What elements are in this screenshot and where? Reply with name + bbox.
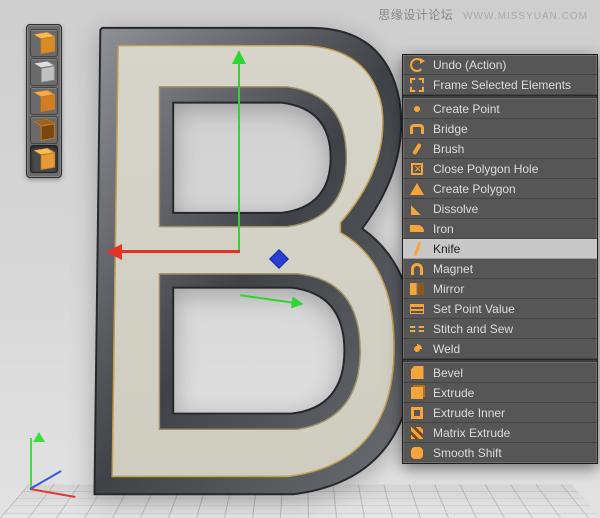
cube-half-icon[interactable]: [30, 87, 58, 115]
menu-item-bevel[interactable]: Bevel: [403, 363, 597, 383]
menu-item-frame-selected-elements[interactable]: Frame Selected Elements: [403, 75, 597, 95]
menu-item-label: Mirror: [433, 282, 589, 296]
menu-item-label: Magnet: [433, 262, 589, 276]
smooth-shift-icon: [409, 445, 425, 461]
menu-item-label: Brush: [433, 142, 589, 156]
menu-item-extrude[interactable]: Extrude: [403, 383, 597, 403]
menu-item-label: Create Polygon: [433, 182, 589, 196]
context-menu: Undo (Action) Frame Selected Elements Crea…: [402, 54, 598, 464]
menu-item-set-point-value[interactable]: Set Point Value: [403, 299, 597, 319]
extrude-inner-icon: [409, 405, 425, 421]
bridge-icon: [409, 121, 425, 137]
menu-item-label: Bevel: [433, 366, 589, 380]
menu-item-close-polygon-hole[interactable]: Close Polygon Hole: [403, 159, 597, 179]
menu-item-undo-action-[interactable]: Undo (Action): [403, 55, 597, 75]
close-polygon-hole-icon: [409, 161, 425, 177]
menu-item-weld[interactable]: Weld: [403, 339, 597, 359]
menu-item-mirror[interactable]: Mirror: [403, 279, 597, 299]
mirror-icon: [409, 281, 425, 297]
menu-item-create-point[interactable]: Create Point: [403, 99, 597, 119]
menu-item-dissolve[interactable]: Dissolve: [403, 199, 597, 219]
create-polygon-icon: [409, 181, 425, 197]
iron-icon: [409, 221, 425, 237]
menu-item-label: Bridge: [433, 122, 589, 136]
set-point-value-icon: [409, 301, 425, 317]
weld-icon: [409, 341, 425, 357]
menu-item-label: Weld: [433, 342, 589, 356]
brush-icon: [409, 141, 425, 157]
menu-item-label: Frame Selected Elements: [433, 78, 589, 92]
menu-item-label: Smooth Shift: [433, 446, 589, 460]
world-axes-gizmo: [22, 430, 82, 490]
menu-item-extrude-inner[interactable]: Extrude Inner: [403, 403, 597, 423]
menu-item-label: Stitch and Sew: [433, 322, 589, 336]
menu-item-label: Extrude: [433, 386, 589, 400]
menu-item-knife[interactable]: Knife: [403, 239, 597, 259]
undo-icon: [409, 57, 425, 73]
menu-item-label: Undo (Action): [433, 58, 589, 72]
menu-item-label: Close Polygon Hole: [433, 162, 589, 176]
stitch-and-sew-icon: [409, 321, 425, 337]
cube-top-icon[interactable]: [30, 29, 58, 57]
create-point-icon: [409, 101, 425, 117]
knife-icon: [409, 241, 425, 257]
frame-icon: [409, 77, 425, 93]
menu-item-label: Knife: [433, 242, 589, 256]
menu-item-label: Matrix Extrude: [433, 426, 589, 440]
menu-item-iron[interactable]: Iron: [403, 219, 597, 239]
menu-item-label: Dissolve: [433, 202, 589, 216]
cube-dotted-icon[interactable]: [30, 58, 58, 86]
cube-dark-icon[interactable]: [30, 116, 58, 144]
menu-item-matrix-extrude[interactable]: Matrix Extrude: [403, 423, 597, 443]
menu-item-create-polygon[interactable]: Create Polygon: [403, 179, 597, 199]
menu-item-label: Create Point: [433, 102, 589, 116]
menu-item-brush[interactable]: Brush: [403, 139, 597, 159]
watermark-url: WWW.MISSYUAN.COM: [463, 11, 588, 22]
menu-item-magnet[interactable]: Magnet: [403, 259, 597, 279]
menu-item-smooth-shift[interactable]: Smooth Shift: [403, 443, 597, 463]
viewport-object-letter-b[interactable]: [76, 18, 416, 510]
bevel-icon: [409, 365, 425, 381]
menu-item-label: Extrude Inner: [433, 406, 589, 420]
mode-iconbar: [26, 24, 62, 178]
menu-item-bridge[interactable]: Bridge: [403, 119, 597, 139]
menu-item-label: Iron: [433, 222, 589, 236]
magnet-icon: [409, 261, 425, 277]
menu-item-stitch-and-sew[interactable]: Stitch and Sew: [403, 319, 597, 339]
extrude-icon: [409, 385, 425, 401]
dissolve-icon: [409, 201, 425, 217]
menu-item-label: Set Point Value: [433, 302, 589, 316]
cube-solid-icon[interactable]: [30, 145, 58, 173]
matrix-extrude-icon: [409, 425, 425, 441]
